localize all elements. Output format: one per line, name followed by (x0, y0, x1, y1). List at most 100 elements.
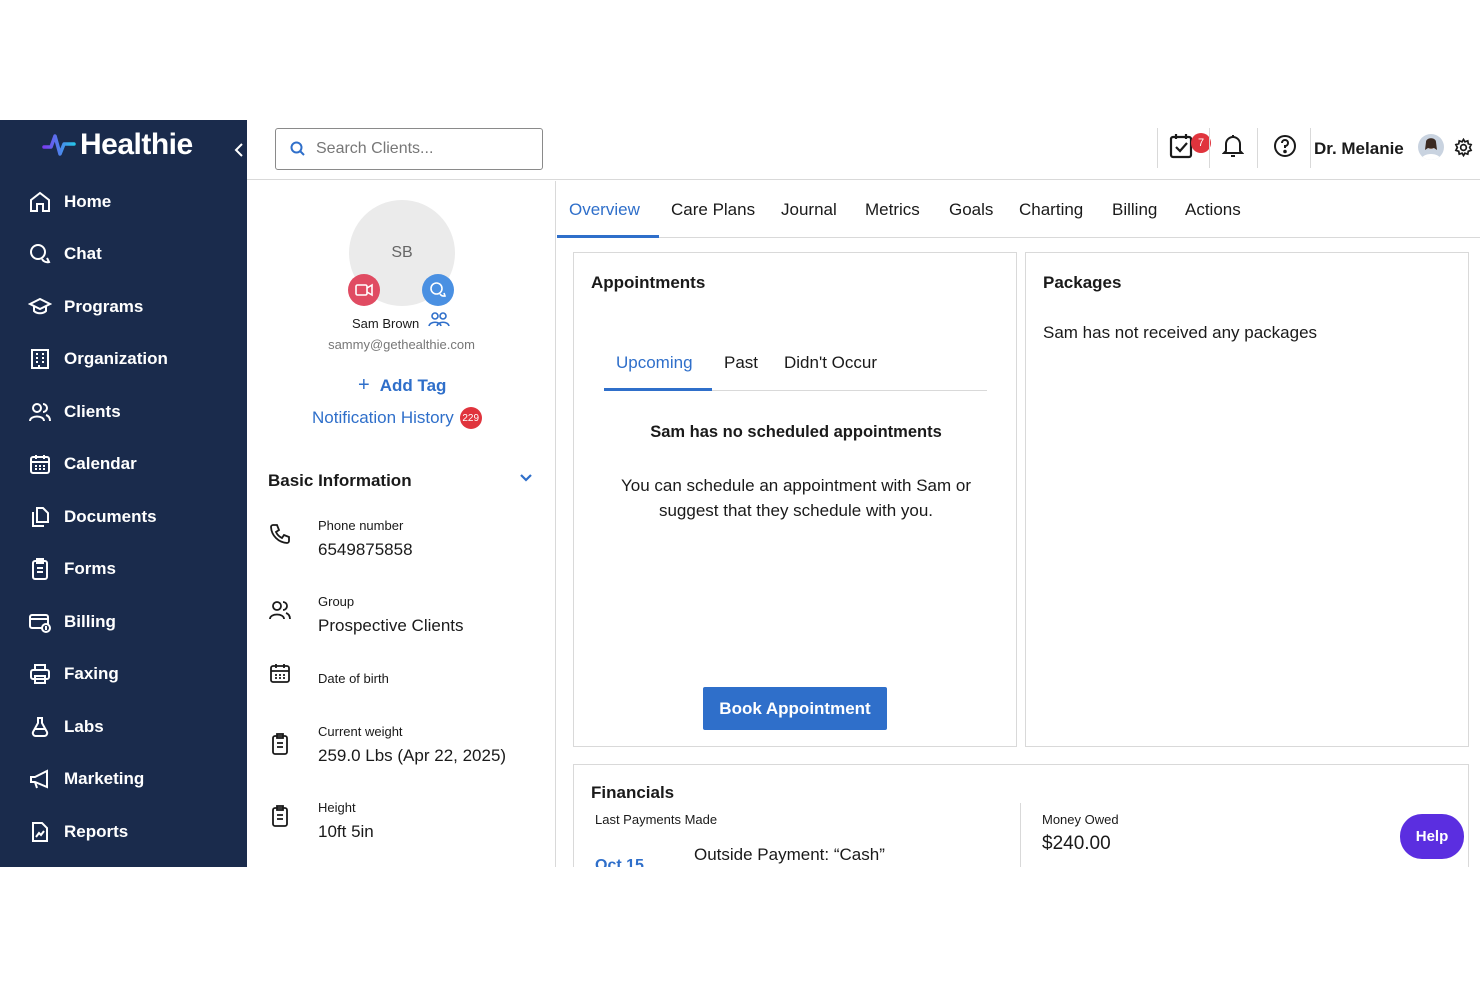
plus-icon: + (358, 374, 370, 396)
sidebar-item-marketing[interactable]: Marketing (0, 759, 247, 799)
help-circle-icon[interactable] (1273, 134, 1297, 158)
chevron-down-icon[interactable] (519, 471, 533, 485)
sidebar-item-label: Labs (64, 717, 104, 736)
sidebar-item-forms[interactable]: Forms (0, 549, 247, 589)
search-box[interactable] (275, 128, 543, 170)
video-call-button[interactable] (348, 274, 380, 306)
printer-icon (30, 664, 50, 684)
billing-icon (29, 614, 51, 633)
healthie-logo[interactable]: Healthie (42, 128, 193, 162)
tab-didnt-occur[interactable]: Didn't Occur (784, 353, 877, 373)
chat-bubbles-icon (430, 282, 447, 297)
client-name: Sam Brown (352, 316, 420, 331)
collapse-sidebar-icon[interactable] (232, 140, 246, 160)
phone-label: Phone number (318, 518, 404, 533)
appointment-tabs: Upcoming Past Didn't Occur (604, 349, 987, 391)
sidebar-item-label: Clients (64, 402, 121, 421)
sidebar-item-documents[interactable]: Documents (0, 497, 247, 537)
phone-icon (270, 524, 290, 544)
sidebar-item-programs[interactable]: Programs (0, 287, 247, 327)
video-camera-icon (355, 283, 373, 297)
sidebar-item-organization[interactable]: Organization (0, 339, 247, 379)
add-tag-button[interactable]: + Add Tag (358, 374, 446, 397)
sidebar-item-labs[interactable]: Labs (0, 707, 247, 747)
book-appointment-button[interactable]: Book Appointment (703, 687, 887, 730)
divider (1157, 128, 1158, 168)
tab-actions[interactable]: Actions (1185, 200, 1241, 220)
avatar[interactable] (1418, 134, 1444, 160)
calendar-icon (30, 455, 50, 474)
users-icon (29, 403, 51, 422)
clipboard-icon (272, 805, 288, 827)
payment-description: Outside Payment: “Cash” (694, 845, 885, 864)
appointments-card: Appointments Upcoming Past Didn't Occur … (573, 252, 1017, 747)
tab-goals[interactable]: Goals (949, 200, 993, 220)
group-label: Group (318, 594, 355, 609)
sidebar-item-home[interactable]: Home (0, 182, 247, 222)
home-icon (30, 191, 50, 212)
help-button[interactable]: Help (1400, 814, 1464, 859)
packages-card: Packages Sam has not received any packag… (1025, 252, 1469, 747)
calendar-icon (270, 664, 290, 683)
divider (1310, 128, 1311, 168)
tab-journal[interactable]: Journal (781, 200, 837, 220)
active-tab-indicator (604, 388, 712, 391)
building-icon (31, 349, 49, 369)
chat-button[interactable] (422, 274, 454, 306)
payment-date[interactable]: Oct 15 (595, 857, 644, 867)
group-value: Prospective Clients (318, 616, 464, 635)
financials-title: Financials (591, 783, 675, 802)
sidebar-item-clients[interactable]: Clients (0, 392, 247, 432)
financials-card: Financials Last Payments Made Oct 15 Out… (573, 764, 1469, 867)
sidebar-item-chat[interactable]: Chat (0, 234, 247, 274)
appointments-title: Appointments (591, 273, 706, 292)
tab-metrics[interactable]: Metrics (865, 200, 920, 220)
basic-information-title: Basic Information (268, 471, 412, 490)
tasks-count-badge: 7 (1191, 133, 1211, 153)
tab-past[interactable]: Past (724, 353, 758, 373)
money-owed-value: $240.00 (1042, 833, 1111, 854)
tab-overview[interactable]: Overview (569, 200, 640, 220)
gear-icon[interactable] (1454, 138, 1473, 157)
sidebar-item-label: Programs (64, 297, 144, 316)
active-tab-indicator (557, 235, 659, 238)
empty-state-title: Sam has no scheduled appointments (650, 423, 942, 441)
bell-icon[interactable] (1222, 133, 1244, 159)
report-icon (32, 822, 48, 842)
sidebar-item-reports[interactable]: Reports (0, 812, 247, 852)
user-name[interactable]: Dr. Melanie (1314, 139, 1404, 159)
tab-charting[interactable]: Charting (1019, 200, 1083, 220)
client-profile-panel: SB Sam Brown sammy@gethealthie.com + Add… (247, 181, 556, 867)
divider (1020, 803, 1021, 867)
divider (1209, 128, 1210, 168)
app-window: Healthie Home Chat Programs Organization (0, 120, 1480, 867)
sidebar-item-billing[interactable]: Billing (0, 602, 247, 642)
client-email: sammy@gethealthie.com (328, 337, 475, 352)
client-initials: SB (391, 244, 413, 261)
group-users-icon[interactable] (428, 311, 450, 327)
sidebar-item-label: Documents (64, 507, 157, 526)
notification-count-badge: 229 (459, 407, 482, 429)
sidebar-item-label: Calendar (64, 454, 137, 473)
sidebar-item-faxing[interactable]: Faxing (0, 654, 247, 694)
megaphone-icon (30, 769, 48, 789)
empty-state-description: You can schedule an appointment with Sam… (621, 476, 971, 520)
sidebar-item-label: Home (64, 192, 112, 211)
tab-upcoming[interactable]: Upcoming (616, 353, 693, 373)
tab-care-plans[interactable]: Care Plans (671, 200, 755, 220)
phone-value: 6549875858 (318, 540, 413, 559)
graduation-cap-icon (28, 297, 52, 315)
client-tabs: Overview Care Plans Journal Metrics Goal… (557, 180, 1480, 238)
sidebar-item-label: Faxing (64, 664, 119, 683)
users-icon (269, 601, 291, 620)
weight-label: Current weight (318, 724, 403, 739)
sidebar-item-label: Billing (64, 612, 116, 631)
notification-history-link[interactable]: Notification History 229 (312, 407, 482, 429)
search-input[interactable] (316, 140, 536, 158)
tab-billing[interactable]: Billing (1112, 200, 1157, 220)
sidebar-item-label: Marketing (64, 769, 145, 788)
clipboard-icon (272, 733, 288, 755)
logo-text: Healthie (80, 128, 193, 161)
height-value: 10ft 5in (318, 822, 374, 841)
sidebar-item-calendar[interactable]: Calendar (0, 444, 247, 484)
